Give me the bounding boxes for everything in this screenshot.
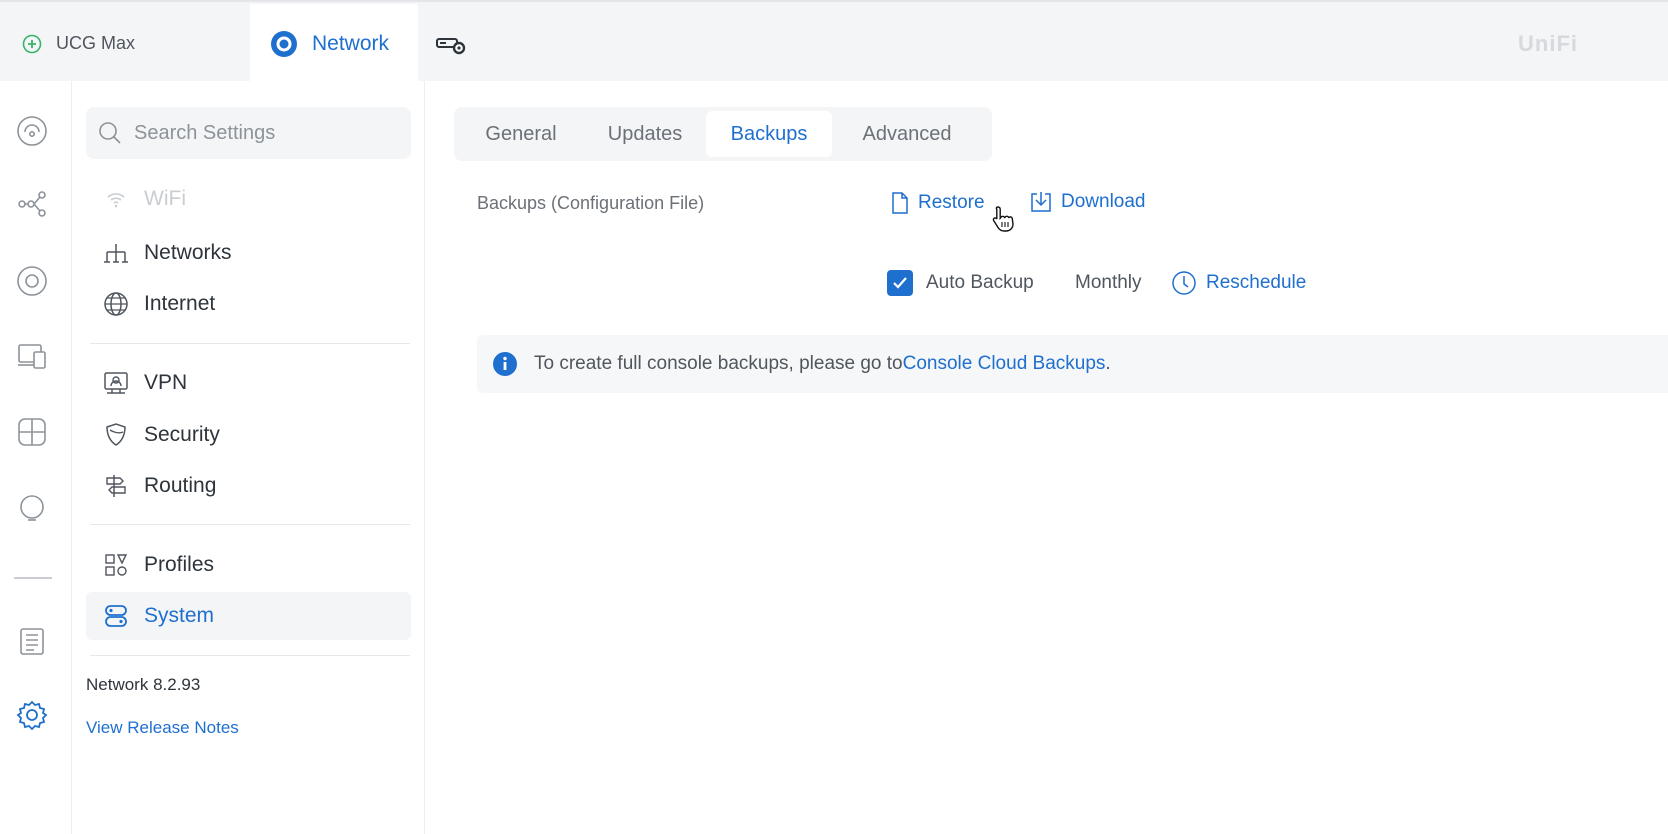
console-backup-notice: To create full console backups, please g…: [477, 335, 1668, 393]
sidebar-item-label: WiFi: [144, 187, 186, 210]
sidebar-item-routing[interactable]: Routing: [86, 462, 411, 510]
network-app-label: Network: [312, 31, 390, 55]
auto-backup-label[interactable]: Auto Backup: [926, 272, 1034, 294]
unifi-devices-icon[interactable]: [14, 263, 50, 299]
backups-config-label: Backups (Configuration File): [477, 193, 705, 213]
sidebar-item-system[interactable]: System: [86, 592, 411, 640]
sidebar-divider: [90, 343, 410, 344]
sidebar-item-wifi[interactable]: WiFi: [86, 175, 411, 223]
tab-general[interactable]: General: [458, 111, 584, 157]
device-tab[interactable]: UCG Max: [0, 4, 250, 83]
sidebar-divider: [90, 655, 410, 656]
settings-sidebar: WiFi Networks Internet VPN Security Rout…: [72, 81, 425, 834]
tab-advanced[interactable]: Advanced: [832, 111, 982, 157]
device-settings-icon[interactable]: [432, 28, 472, 62]
download-button[interactable]: Download: [1030, 191, 1146, 213]
shield-icon: [102, 422, 130, 448]
view-release-notes-link[interactable]: View Release Notes: [86, 718, 239, 738]
system-log-icon[interactable]: [14, 623, 50, 659]
notice-text: To create full console backups, please g…: [534, 353, 903, 374]
notice-period: .: [1105, 353, 1111, 374]
networks-icon: [102, 242, 130, 264]
main-content: General Updates Backups Advanced Backups…: [426, 81, 1668, 834]
search-input[interactable]: [134, 121, 394, 145]
search-icon: [98, 121, 122, 145]
routing-icon: [102, 473, 130, 499]
sidebar-item-label: VPN: [144, 371, 188, 394]
globe-icon: [102, 291, 130, 317]
profiles-icon: [102, 552, 130, 578]
settings-icon[interactable]: [14, 697, 50, 733]
device-name: UCG Max: [56, 33, 136, 53]
reschedule-label: Reschedule: [1206, 272, 1307, 293]
auto-backup-checkbox[interactable]: [887, 270, 913, 296]
sidebar-item-label: Networks: [144, 241, 232, 264]
network-app-icon: [270, 30, 298, 58]
sidebar-item-label: Profiles: [144, 553, 215, 576]
restore-button[interactable]: Restore: [891, 191, 985, 215]
app-nav-rail: [0, 81, 72, 834]
network-app-tab[interactable]: Network: [250, 4, 418, 83]
sidebar-item-security[interactable]: Security: [86, 411, 411, 459]
alerts-icon[interactable]: [14, 491, 50, 527]
topology-icon[interactable]: [14, 186, 50, 222]
device-status-icon: [22, 34, 42, 54]
sidebar-item-vpn[interactable]: VPN: [86, 359, 411, 407]
tab-backups[interactable]: Backups: [706, 111, 832, 157]
download-label: Download: [1061, 191, 1146, 212]
client-devices-icon[interactable]: [14, 338, 50, 374]
sidebar-item-label: System: [144, 604, 215, 627]
sidebar-item-label: Routing: [144, 474, 217, 497]
download-icon: [1030, 191, 1052, 213]
info-icon: [492, 351, 518, 377]
restore-label: Restore: [918, 192, 985, 213]
vpn-icon: [102, 370, 130, 396]
reschedule-button[interactable]: Reschedule: [1171, 270, 1306, 296]
backup-frequency: Monthly: [1075, 272, 1142, 293]
sidebar-item-label: Internet: [144, 292, 216, 315]
dashboard-icon[interactable]: [14, 113, 50, 149]
sidebar-item-networks[interactable]: Networks: [86, 229, 411, 277]
hand-pointer-cursor: [991, 205, 1015, 233]
tab-updates[interactable]: Updates: [584, 111, 706, 157]
top-bar: UCG Max Network UniFi: [0, 0, 1668, 83]
sidebar-item-profiles[interactable]: Profiles: [86, 541, 411, 589]
clock-icon: [1171, 270, 1197, 296]
search-settings[interactable]: [86, 107, 411, 159]
wifi-icon: [102, 190, 130, 208]
app-version: Network 8.2.93: [86, 675, 201, 694]
rail-divider: [14, 577, 52, 579]
sidebar-divider: [90, 524, 410, 525]
sidebar-item-internet[interactable]: Internet: [86, 280, 411, 328]
system-icon: [102, 603, 130, 629]
system-tabs: General Updates Backups Advanced: [454, 107, 992, 161]
console-cloud-backups-link[interactable]: Console Cloud Backups: [903, 353, 1106, 375]
insights-icon[interactable]: [14, 414, 50, 450]
sidebar-item-label: Security: [144, 423, 220, 446]
unifi-logo: UniFi: [1518, 31, 1578, 56]
file-icon: [891, 191, 909, 215]
